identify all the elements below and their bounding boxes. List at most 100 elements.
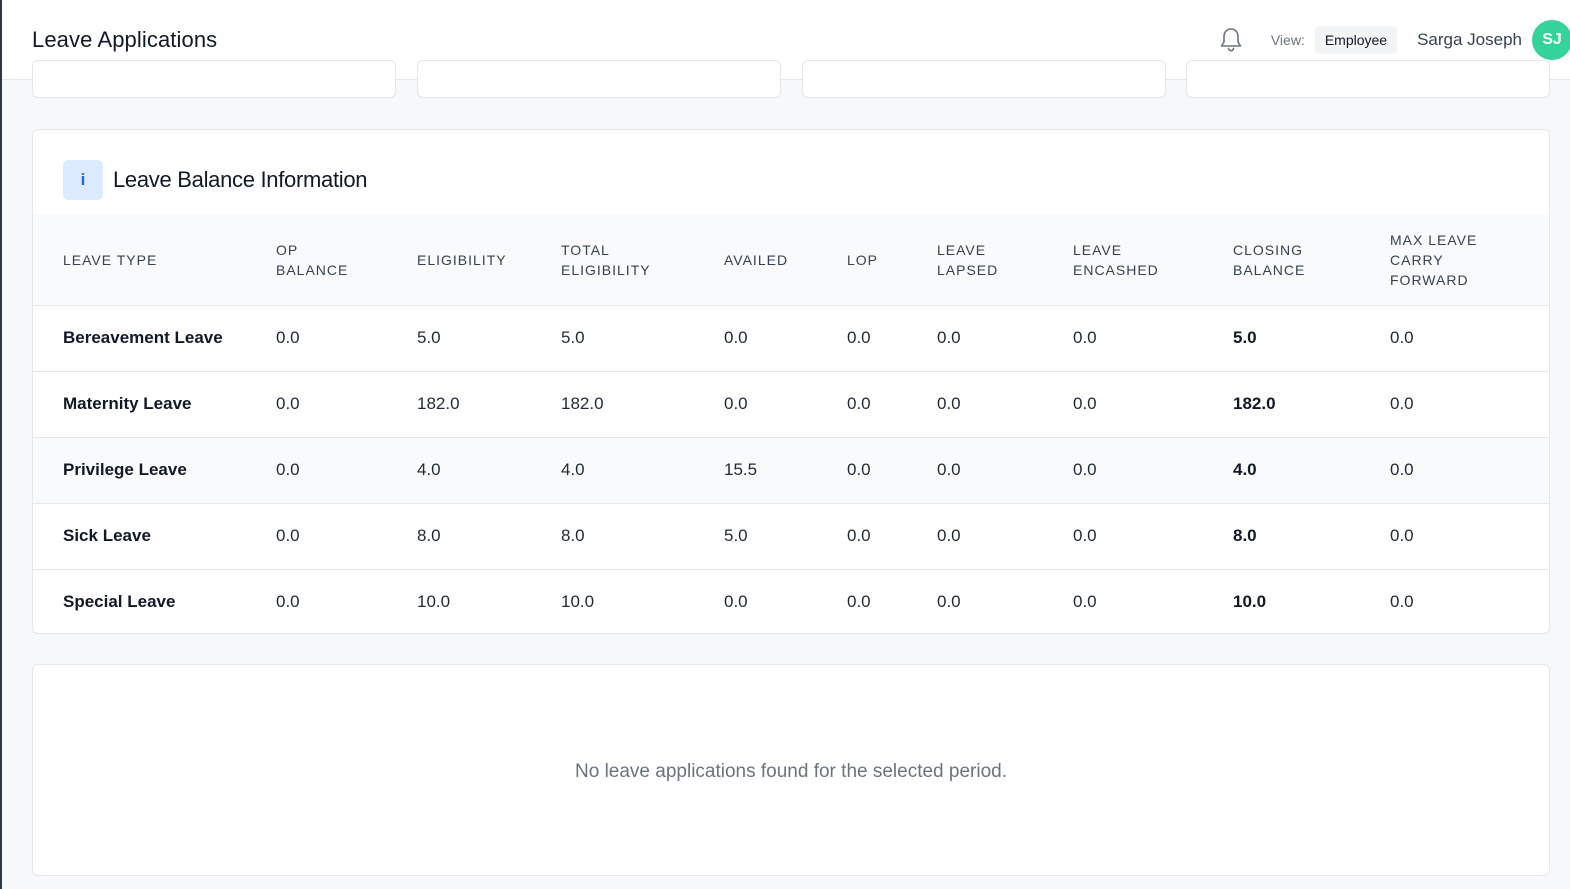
column-header-line: LOP bbox=[847, 251, 879, 268]
column-header-line: TOTAL bbox=[561, 241, 610, 258]
table-cell: 0.0 bbox=[724, 394, 748, 413]
table-cell: 0.0 bbox=[937, 526, 961, 545]
summary-card bbox=[417, 60, 781, 98]
table-row: Sick Leave 0.0 8.0 8.0 5.0 0.0 0.0 0.0 8.0 0.0 bbox=[33, 503, 1549, 569]
leave-type-cell: Privilege Leave bbox=[63, 460, 187, 479]
leave-type-cell: Sick Leave bbox=[63, 526, 151, 545]
column-header-line: ENCASHED bbox=[1073, 261, 1159, 278]
info-icon: i bbox=[63, 159, 103, 200]
table-cell: 0.0 bbox=[847, 460, 871, 479]
leave-type-cell: Special Leave bbox=[63, 592, 176, 612]
table-cell: 8.0 bbox=[561, 526, 585, 545]
column-header-line: MAX LEAVE bbox=[1390, 231, 1478, 248]
table-cell: 0.0 bbox=[1073, 526, 1097, 545]
table-cell: 0.0 bbox=[1390, 394, 1414, 413]
table-cell: 8.0 bbox=[417, 526, 441, 545]
leave-applications-card: No leave applications found for the sele… bbox=[32, 664, 1550, 876]
table-cell: 182.0 bbox=[417, 394, 460, 413]
table-row: Maternity Leave 0.0 182.0 182.0 0.0 0.0 0.0 0.0… bbox=[33, 371, 1549, 437]
table-cell: 4.0 bbox=[561, 460, 585, 479]
table-cell: 182.0 bbox=[561, 394, 604, 413]
column-header: AVAILED bbox=[724, 215, 847, 305]
view-label: View: bbox=[1270, 31, 1305, 48]
table-cell: 0.0 bbox=[724, 328, 748, 347]
column-header: LOP bbox=[847, 215, 937, 305]
column-header: LEAVE LAPSED bbox=[937, 215, 1073, 305]
column-header: LEAVE ENCASHED bbox=[1073, 215, 1233, 305]
table-cell: 0.0 bbox=[276, 328, 300, 347]
empty-state-message: No leave applications found for the sele… bbox=[575, 761, 1007, 782]
table-cell: 182.0 bbox=[1233, 394, 1276, 413]
column-header-line: LAPSED bbox=[937, 261, 999, 278]
table-cell: 5.0 bbox=[561, 328, 585, 347]
leave-type-cell: Maternity Leave bbox=[63, 394, 192, 413]
table-cell: 10.0 bbox=[417, 592, 451, 612]
column-header-line: CARRY bbox=[1390, 251, 1444, 268]
table-cell: 0.0 bbox=[847, 526, 871, 545]
table-cell: 0.0 bbox=[937, 460, 961, 479]
column-header: LEAVE TYPE bbox=[33, 215, 276, 305]
summary-cards bbox=[32, 60, 1550, 98]
column-header-line: CLOSING bbox=[1233, 241, 1304, 258]
column-header: OP BALANCE bbox=[276, 215, 417, 305]
column-header-line: BALANCE bbox=[276, 261, 349, 278]
column-header: ELIGIBILITY bbox=[417, 215, 561, 305]
column-header: TOTAL ELIGIBILITY bbox=[561, 215, 724, 305]
view-role-select[interactable]: Employee bbox=[1314, 25, 1398, 54]
table-body: Bereavement Leave 0.0 5.0 5.0 0.0 0.0 0.0 0.0 5.… bbox=[33, 305, 1549, 633]
column-header: CLOSING BALANCE bbox=[1233, 215, 1390, 305]
table-cell: 0.0 bbox=[1073, 394, 1097, 413]
table-cell: 0.0 bbox=[724, 592, 748, 612]
table-cell: 0.0 bbox=[276, 460, 300, 479]
leave-balance-header: i Leave Balance Information bbox=[33, 130, 1549, 215]
column-header-line: OP bbox=[276, 241, 299, 258]
table-cell: 0.0 bbox=[1073, 328, 1097, 347]
window-edge bbox=[0, 0, 2, 889]
column-header: MAX LEAVE CARRY FORWARD bbox=[1390, 215, 1549, 305]
table-cell: 0.0 bbox=[276, 526, 300, 545]
table-cell: 0.0 bbox=[847, 592, 871, 612]
bell-icon[interactable] bbox=[1217, 26, 1245, 54]
page-title: Leave Applications bbox=[32, 26, 218, 52]
table-cell: 0.0 bbox=[1073, 460, 1097, 479]
table-cell: 0.0 bbox=[937, 328, 961, 347]
table-cell: 10.0 bbox=[561, 592, 595, 612]
leave-balance-table: LEAVE TYPE OP BALANCE ELIGIBILITY TOTAL ELIGI… bbox=[33, 215, 1549, 633]
table-cell: 0.0 bbox=[937, 592, 961, 612]
table-cell: 10.0 bbox=[1233, 592, 1267, 612]
table-cell: 0.0 bbox=[1390, 526, 1414, 545]
table-cell: 0.0 bbox=[276, 592, 300, 612]
column-header-line: BALANCE bbox=[1233, 261, 1306, 278]
table-cell: 8.0 bbox=[1233, 526, 1257, 545]
table-cell: 0.0 bbox=[937, 394, 961, 413]
table-cell: 0.0 bbox=[1390, 592, 1414, 612]
leave-balance-card: i Leave Balance Information LEAVE TYPE OP… bbox=[32, 129, 1550, 634]
table-row: Special Leave 0.0 10.0 10.0 0.0 0.0 0.0 0.0 10.0… bbox=[33, 569, 1549, 633]
summary-card bbox=[802, 60, 1166, 98]
table-cell: 5.0 bbox=[417, 328, 441, 347]
table-cell: 0.0 bbox=[1390, 460, 1414, 479]
user-name[interactable]: Sarga Joseph bbox=[1417, 30, 1522, 50]
table-header-row: LEAVE TYPE OP BALANCE ELIGIBILITY TOTAL ELIGI… bbox=[33, 215, 1549, 305]
leave-balance-title: Leave Balance Information bbox=[113, 166, 368, 192]
table-cell: 4.0 bbox=[417, 460, 441, 479]
table-cell: 0.0 bbox=[847, 394, 871, 413]
column-header-line: ELIGIBILITY bbox=[417, 251, 507, 268]
column-header-line: ELIGIBILITY bbox=[561, 261, 651, 278]
table-cell: 4.0 bbox=[1233, 460, 1257, 479]
table-row: Privilege Leave 0.0 4.0 4.0 15.5 0.0 0.0 0.0 4.0… bbox=[33, 437, 1549, 503]
avatar[interactable]: SJ bbox=[1532, 19, 1570, 60]
table-cell: 0.0 bbox=[1390, 328, 1414, 347]
column-header-line: AVAILED bbox=[724, 251, 789, 268]
table-cell: 0.0 bbox=[1073, 592, 1097, 612]
table-cell: 5.0 bbox=[1233, 328, 1257, 347]
table-row: Bereavement Leave 0.0 5.0 5.0 0.0 0.0 0.0 0.0 5.… bbox=[33, 305, 1549, 371]
summary-card bbox=[32, 60, 396, 98]
table-cell: 5.0 bbox=[724, 526, 748, 545]
column-header-line: LEAVE bbox=[937, 241, 987, 258]
table-cell: 0.0 bbox=[276, 394, 300, 413]
column-header-line: LEAVE TYPE bbox=[63, 251, 158, 268]
leave-type-cell: Bereavement Leave bbox=[63, 328, 223, 347]
column-header-line: LEAVE bbox=[1073, 241, 1123, 258]
summary-card bbox=[1186, 60, 1550, 98]
